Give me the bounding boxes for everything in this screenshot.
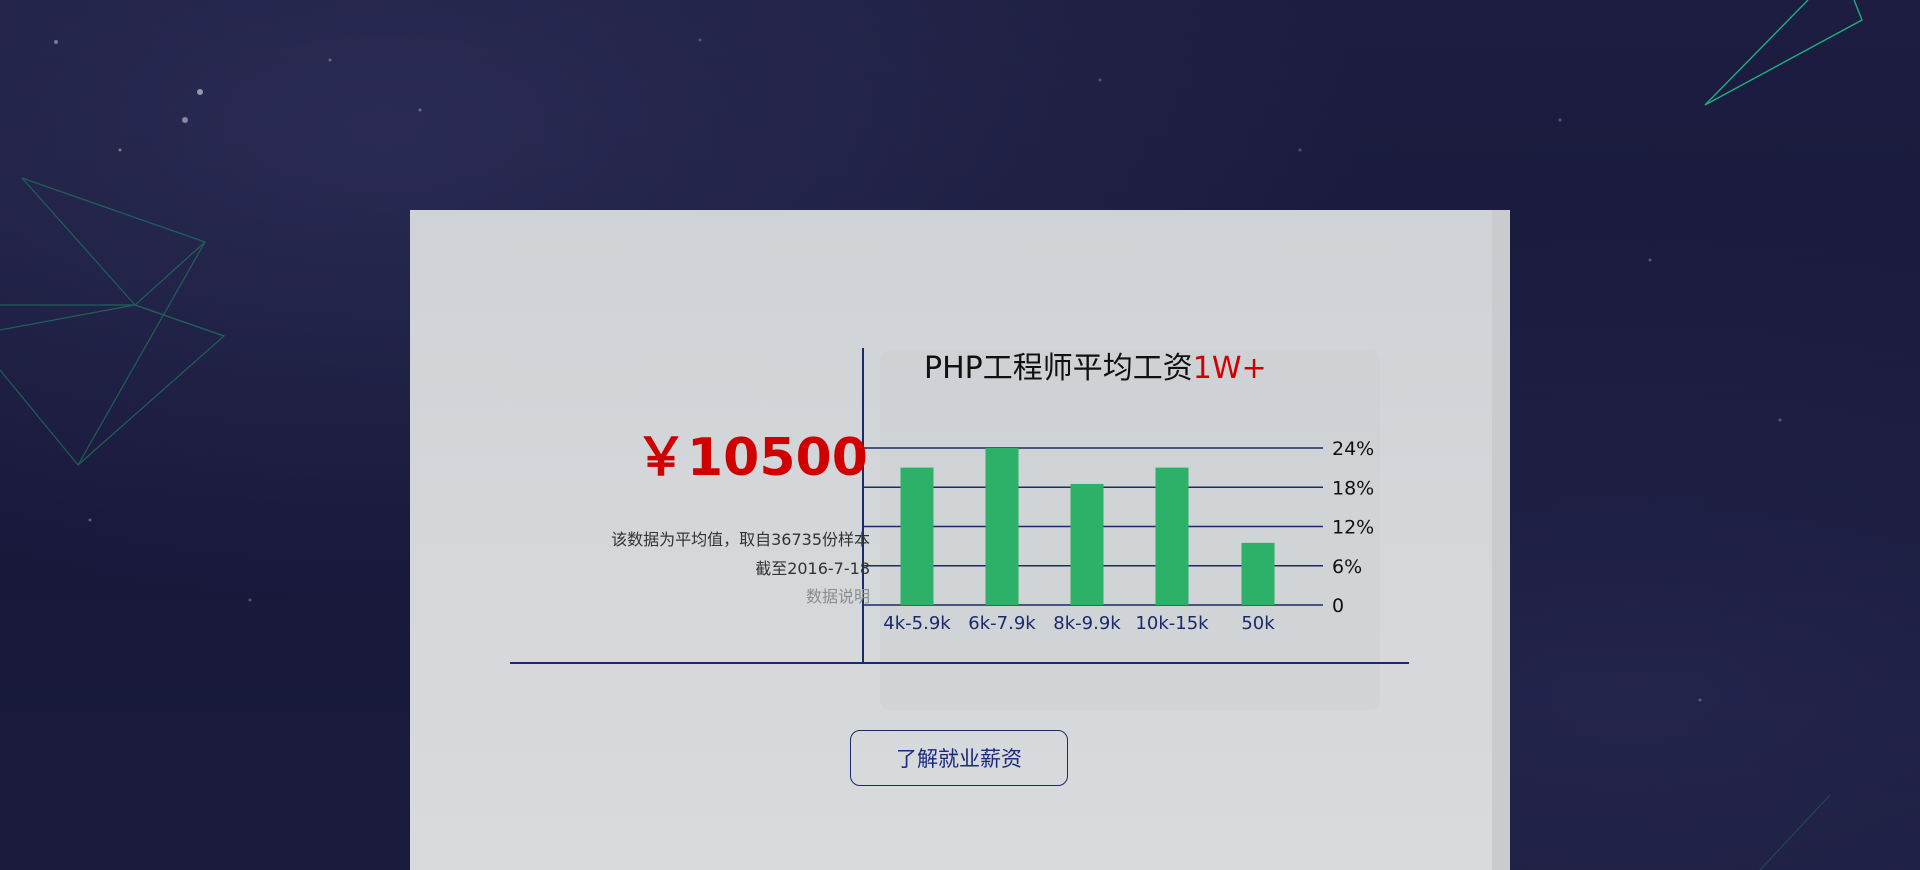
x-tick-label: 6k-7.9k (968, 613, 1036, 634)
bar (1241, 542, 1275, 605)
y-tick-label: 12% (1332, 517, 1374, 539)
x-tick-label: 4k-5.9k (883, 613, 951, 634)
y-tick-label: 0 (1332, 595, 1344, 617)
learn-salary-button[interactable]: 了解就业薪资 (850, 730, 1068, 786)
x-tick-label: 8k-9.9k (1053, 613, 1121, 634)
chart-x-tick-labels: 4k-5.9k 6k-7.9k 8k-9.9k 10k-15k 50k (883, 613, 1275, 634)
chart-title: PHP工程师平均工资1W+ (924, 343, 1267, 387)
average-salary: ￥10500 (635, 428, 868, 488)
y-tick-label: 24% (1332, 438, 1374, 460)
chart-y-tick-labels: 0 6% 12% 18% 24% (1332, 438, 1374, 617)
x-tick-label: 50k (1241, 613, 1275, 634)
y-tick-label: 18% (1332, 477, 1374, 499)
triangle-right-decoration (1704, 0, 1863, 106)
corner-line-decoration (1759, 794, 1831, 870)
y-tick-label: 6% (1332, 556, 1362, 578)
x-tick-label: 10k-15k (1135, 613, 1209, 634)
chart-title-main: PHP工程师平均工资 (924, 351, 1193, 386)
bar (1155, 467, 1189, 605)
polygon-left-decoration (0, 177, 226, 467)
sample-note: 该数据为平均值，取自36735份样本 (611, 530, 870, 549)
date-note: 截至2016-7-18 (755, 559, 870, 578)
bar (900, 467, 934, 605)
data-explanation-link[interactable]: 数据说明 (806, 583, 870, 607)
bar (1070, 483, 1104, 605)
page-background: 0 6% 12% 18% 24% 4k-5.9k 6k-7.9k 8k-9.9k 10k-15… (0, 0, 1920, 870)
chart-title-accent: 1W+ (1192, 351, 1267, 386)
salary-card: 0 6% 12% 18% 24% 4k-5.9k 6k-7.9k 8k-9.9k 10k-15… (410, 210, 1510, 870)
